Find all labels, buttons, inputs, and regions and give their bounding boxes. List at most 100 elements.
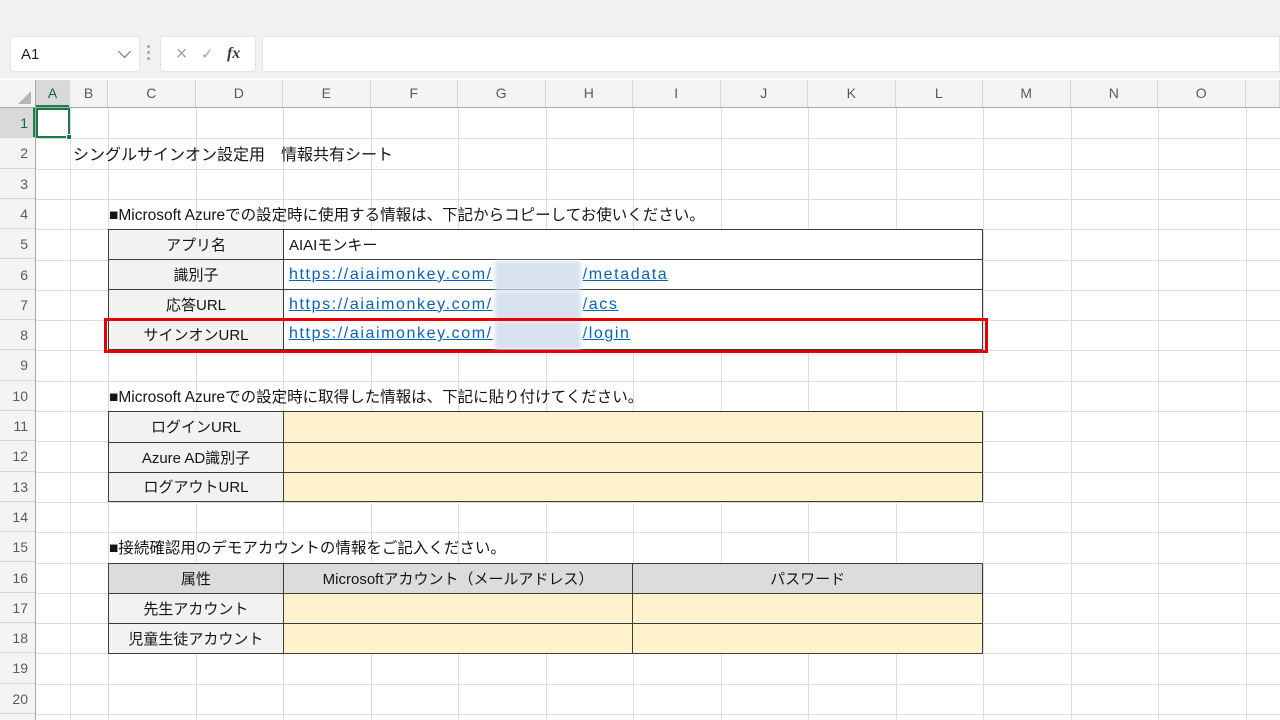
reply-url-cell[interactable]: https://aiaimonkey.com//acs	[284, 290, 982, 319]
attribute-header-cell[interactable]: 属性	[109, 564, 284, 594]
student-password-input-cell[interactable]	[633, 624, 982, 653]
login-url-link[interactable]: https://aiaimonkey.com//login	[289, 325, 631, 343]
row-label-cell[interactable]: サインオンURL	[109, 320, 284, 349]
gridline	[36, 714, 1280, 715]
table-row: 応答URL https://aiaimonkey.com//acs	[109, 289, 982, 319]
column-header-E[interactable]: E	[283, 80, 371, 107]
row-header-17[interactable]: 17	[0, 593, 35, 623]
row-header-8[interactable]: 8	[0, 320, 35, 350]
column-header-J[interactable]: J	[721, 80, 809, 107]
identifier-url-cell[interactable]: https://aiaimonkey.com//metadata	[284, 260, 982, 289]
app-name-cell[interactable]: AIAIモンキー	[284, 230, 982, 259]
column-header-H[interactable]: H	[546, 80, 634, 107]
row-label-cell[interactable]: 先生アカウント	[109, 594, 284, 623]
row-label-cell[interactable]: 識別子	[109, 260, 284, 289]
student-account-input-cell[interactable]	[284, 624, 634, 653]
table-row: 児童生徒アカウント	[109, 623, 982, 653]
table-row: ログインURL	[109, 412, 982, 442]
gridline	[36, 350, 1280, 351]
drag-dots-separator	[147, 45, 150, 60]
row-header-2[interactable]: 2	[0, 138, 35, 168]
select-all-corner[interactable]	[0, 80, 36, 107]
cancel-icon[interactable]: ×	[176, 44, 188, 64]
row-header-15[interactable]: 15	[0, 532, 35, 562]
name-box-value: A1	[21, 46, 39, 63]
acs-url-link[interactable]: https://aiaimonkey.com//acs	[289, 296, 618, 314]
column-headers: ABCDEFGHIJKLMNO	[0, 80, 1280, 108]
table-row: Azure AD識別子	[109, 442, 982, 472]
row-header-6[interactable]: 6	[0, 260, 35, 290]
row-header-4[interactable]: 4	[0, 199, 35, 229]
column-header-partial[interactable]	[1246, 80, 1280, 107]
signon-url-cell[interactable]: https://aiaimonkey.com//login	[284, 320, 982, 349]
row-header-20[interactable]: 20	[0, 684, 35, 714]
row-label-cell[interactable]: アプリ名	[109, 230, 284, 259]
row-header-19[interactable]: 19	[0, 653, 35, 683]
row-header-1[interactable]: 1	[0, 108, 35, 138]
enter-icon[interactable]: ✓	[201, 47, 214, 62]
logout-url-input-cell[interactable]	[284, 473, 982, 502]
column-header-N[interactable]: N	[1071, 80, 1159, 107]
row-label-cell[interactable]: 応答URL	[109, 290, 284, 319]
column-header-K[interactable]: K	[808, 80, 896, 107]
row-header-5[interactable]: 5	[0, 229, 35, 259]
gridline	[36, 169, 1280, 170]
column-header-O[interactable]: O	[1158, 80, 1246, 107]
row-header-16[interactable]: 16	[0, 563, 35, 593]
column-header-I[interactable]: I	[633, 80, 721, 107]
selected-cell-a1[interactable]	[36, 108, 70, 138]
redaction-blur	[495, 321, 581, 350]
column-header-D[interactable]: D	[196, 80, 284, 107]
section3-heading: ■接続確認用のデモアカウントの情報をご記入ください。	[109, 532, 506, 562]
column-header-A[interactable]: A	[36, 80, 70, 107]
row-header-3[interactable]: 3	[0, 169, 35, 199]
account-header-cell[interactable]: Microsoftアカウント（メールアドレス）	[284, 564, 634, 594]
section2-heading: ■Microsoft Azureでの設定時に取得した情報は、下記に貼り付けてくだ…	[109, 381, 643, 411]
formula-bar[interactable]	[262, 36, 1280, 72]
row-label-cell[interactable]: Azure AD識別子	[109, 443, 284, 472]
password-header-cell[interactable]: パスワード	[633, 564, 982, 594]
metadata-url-link[interactable]: https://aiaimonkey.com//metadata	[289, 266, 668, 284]
demo-account-table: 属性 Microsoftアカウント（メールアドレス） パスワード 先生アカウント…	[108, 563, 983, 654]
column-header-G[interactable]: G	[458, 80, 546, 107]
row-label-cell[interactable]: 児童生徒アカウント	[109, 624, 284, 653]
login-url-input-cell[interactable]	[284, 412, 982, 442]
row-header-14[interactable]: 14	[0, 502, 35, 532]
redaction-blur	[495, 291, 581, 320]
fill-handle[interactable]	[66, 134, 72, 140]
azure-copy-info-table: アプリ名 AIAIモンキー 識別子 https://aiaimonkey.com…	[108, 229, 983, 350]
row-header-7[interactable]: 7	[0, 290, 35, 320]
azure-paste-info-table: ログインURL Azure AD識別子 ログアウトURL	[108, 411, 983, 502]
name-box[interactable]: A1	[10, 36, 140, 72]
azure-ad-identifier-input-cell[interactable]	[284, 443, 982, 472]
row-label-cell[interactable]: ログインURL	[109, 412, 284, 442]
table-row: ログアウトURL	[109, 472, 982, 502]
row-headers: 1234567891011121314151617181920	[0, 108, 36, 720]
redaction-blur	[495, 261, 581, 290]
row-label-cell[interactable]: ログアウトURL	[109, 473, 284, 502]
row-header-18[interactable]: 18	[0, 623, 35, 653]
column-header-B[interactable]: B	[70, 80, 108, 107]
column-header-L[interactable]: L	[896, 80, 984, 107]
teacher-password-input-cell[interactable]	[633, 594, 982, 623]
column-header-M[interactable]: M	[983, 80, 1071, 107]
row-header-13[interactable]: 13	[0, 472, 35, 502]
gridline	[36, 684, 1280, 685]
row-header-10[interactable]: 10	[0, 381, 35, 411]
row-header-11[interactable]: 11	[0, 411, 35, 441]
table-header-row: 属性 Microsoftアカウント（メールアドレス） パスワード	[109, 564, 982, 594]
section1-heading: ■Microsoft Azureでの設定時に使用する情報は、下記からコピーしてお…	[109, 199, 705, 229]
column-header-C[interactable]: C	[108, 80, 196, 107]
teacher-account-input-cell[interactable]	[284, 594, 634, 623]
table-row: サインオンURL https://aiaimonkey.com//login	[109, 319, 982, 349]
row-header-9[interactable]: 9	[0, 350, 35, 380]
table-row: 識別子 https://aiaimonkey.com//metadata	[109, 259, 982, 289]
excel-top-chrome: A1 × ✓ fx	[0, 0, 1280, 78]
chevron-down-icon[interactable]	[118, 45, 131, 58]
row-header-12[interactable]: 12	[0, 441, 35, 471]
select-all-triangle-icon	[18, 91, 31, 104]
table-row: 先生アカウント	[109, 593, 982, 623]
column-header-F[interactable]: F	[371, 80, 459, 107]
formula-buttons: × ✓ fx	[160, 36, 256, 72]
insert-function-icon[interactable]: fx	[227, 45, 240, 63]
